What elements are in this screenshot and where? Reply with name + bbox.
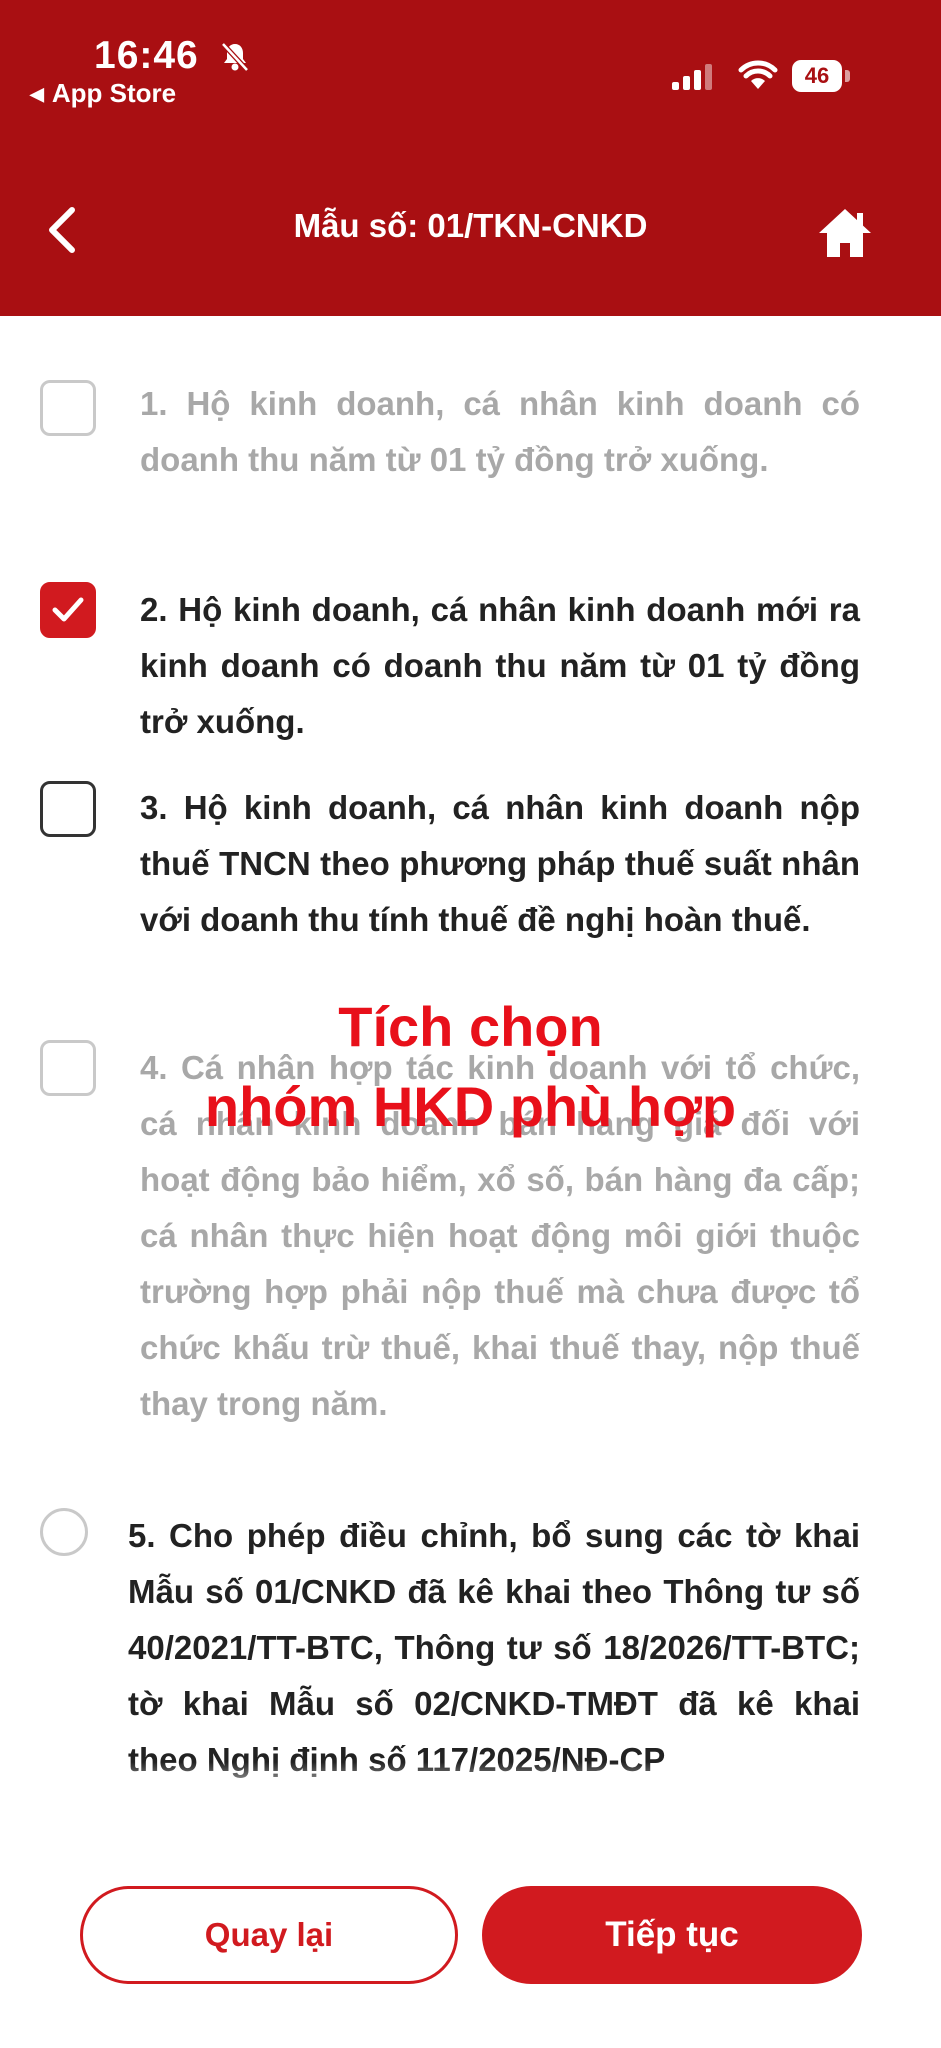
back-triangle-icon: ◀: [30, 84, 44, 104]
battery-level: 46: [792, 60, 842, 92]
continue-button[interactable]: Tiếp tục: [482, 1886, 862, 1984]
option-5-radio[interactable]: [40, 1508, 88, 1556]
home-icon[interactable]: [815, 205, 875, 261]
option-2-checkbox[interactable]: [40, 582, 96, 638]
option-2-text: 2. Hộ kinh doanh, cá nhân kinh doanh mới…: [140, 591, 860, 740]
option-3-checkbox[interactable]: [40, 781, 96, 837]
back-to-app-link[interactable]: ◀ App Store: [30, 78, 176, 109]
battery-icon: 46: [792, 60, 852, 92]
option-5-text: 5. Cho phép điều chỉnh, bổ sung các tờ k…: [128, 1517, 860, 1778]
annotation-line-1: Tích chọn: [338, 995, 603, 1058]
back-button[interactable]: Quay lại: [80, 1886, 458, 1984]
annotation-line-2: nhóm HKD phù hợp: [204, 1075, 737, 1138]
back-app-label: App Store: [51, 78, 177, 108]
scroll-fade: [0, 1762, 941, 1802]
page-title: Mẫu số: 01/TKN-CNKD: [293, 207, 648, 244]
battery-tip: [845, 70, 850, 82]
option-3-text: 3. Hộ kinh doanh, cá nhân kinh doanh nộp…: [140, 789, 860, 938]
option-1-text: 1. Hộ kinh doanh, cá nhân kinh doanh có …: [140, 385, 860, 478]
bell-slash-icon: [221, 42, 249, 72]
check-icon: [52, 597, 84, 622]
app-header: 16:46 ◀ App Store 46 Mẫu số: 01/TKN-CNKD: [0, 0, 941, 316]
status-time: 16:46: [94, 34, 199, 77]
wifi-icon: [738, 60, 778, 89]
option-1-checkbox[interactable]: [40, 380, 96, 436]
signal-icon: [672, 64, 712, 90]
